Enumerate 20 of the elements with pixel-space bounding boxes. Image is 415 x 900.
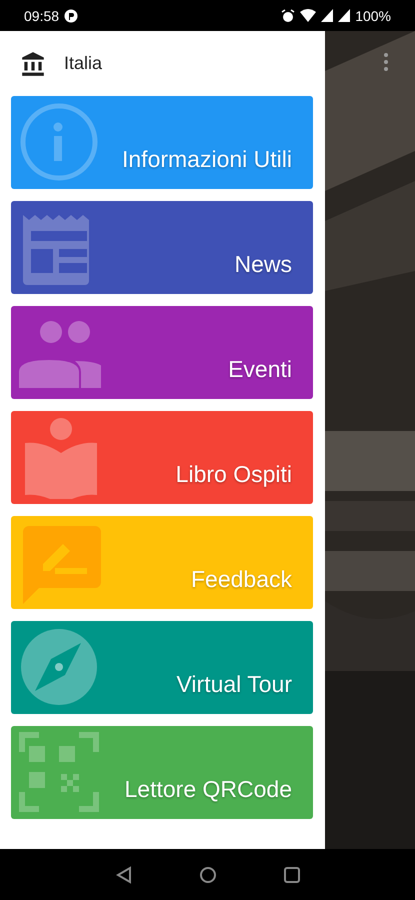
status-time: 09:58 bbox=[24, 8, 60, 24]
wifi-icon bbox=[300, 8, 316, 22]
qr-code-icon bbox=[17, 730, 101, 814]
menu-tile[interactable]: Informazioni Utili bbox=[11, 96, 313, 189]
menu-tile[interactable]: Virtual Tour bbox=[11, 621, 313, 714]
recents-icon[interactable] bbox=[282, 866, 300, 884]
notification-icon bbox=[64, 8, 78, 22]
menu-tile[interactable]: Eventi bbox=[11, 306, 313, 399]
menu-tile[interactable]: Lettore QRCode bbox=[11, 726, 313, 819]
menu-tile[interactable]: News bbox=[11, 201, 313, 294]
more-options-icon[interactable] bbox=[383, 52, 389, 72]
back-icon[interactable] bbox=[114, 866, 132, 884]
home-icon[interactable] bbox=[198, 866, 216, 884]
signal-icon bbox=[338, 9, 350, 22]
alarm-icon bbox=[281, 8, 296, 22]
drawer-title: Italia bbox=[64, 53, 102, 74]
signal-icon bbox=[321, 9, 334, 22]
battery-percent: 100% bbox=[355, 8, 391, 24]
menu-tile[interactable]: Libro Ospiti bbox=[11, 411, 313, 504]
museum-icon bbox=[20, 50, 46, 76]
